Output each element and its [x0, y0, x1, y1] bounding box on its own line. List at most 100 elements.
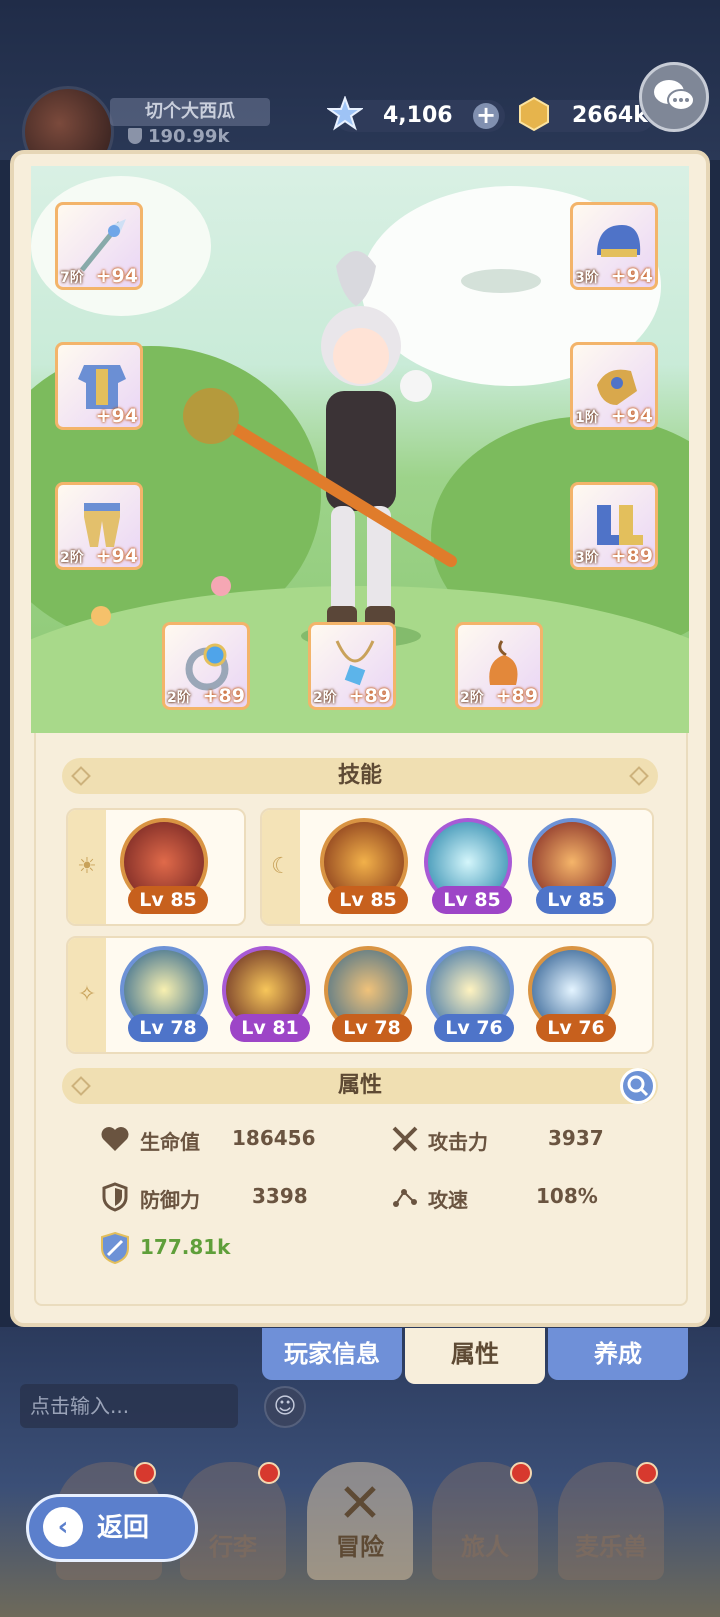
skill-slot[interactable]: Lv 76 [528, 946, 616, 1042]
skills-title: 技能 [337, 763, 382, 788]
tab-cultivate[interactable]: 养成 [548, 1328, 688, 1380]
equip-slot-ring[interactable]: 2阶 +89 [162, 622, 250, 710]
gem-count: 4,106 [383, 103, 453, 128]
skill-slot[interactable]: Lv 78 [120, 946, 208, 1042]
emoji-button[interactable]: ☺ [264, 1386, 306, 1428]
equip-plus: +94 [95, 405, 138, 427]
chat-bubbles-icon [654, 80, 695, 111]
chat-button[interactable] [639, 62, 709, 132]
equip-tier: 3阶 [575, 270, 599, 286]
notification-dot [258, 1462, 280, 1484]
nav-adventure[interactable]: 冒险 [307, 1462, 413, 1580]
skill-slot[interactable]: Lv 85 [424, 818, 512, 914]
gold-resource-bar: 2664k [519, 96, 654, 132]
skill-level: Lv 85 [328, 886, 408, 914]
nav-label: 麦乐兽 [575, 1533, 647, 1561]
skill-slot[interactable]: Lv 76 [426, 946, 514, 1042]
sun-icon: ☀ [68, 810, 106, 924]
defense-value: 3398 [252, 1184, 308, 1208]
skill-slot[interactable]: Lv 81 [222, 946, 310, 1042]
equip-tier: 2阶 [460, 690, 484, 706]
equip-plus: +89 [348, 685, 391, 707]
equip-plus: +89 [610, 545, 653, 567]
hp-label: 生命值 [140, 1130, 200, 1154]
crossed-swords-icon [344, 1486, 376, 1518]
player-power-value: 190.99k [148, 126, 230, 147]
defense-label: 防御力 [140, 1188, 200, 1212]
equip-slot-helmet[interactable]: 3阶 +94 [570, 202, 658, 290]
skill-level: Lv 76 [536, 1014, 616, 1042]
equip-plus: +94 [95, 545, 138, 567]
star-gem-icon [327, 96, 363, 131]
notification-dot [134, 1462, 156, 1484]
skill-group-star: ✧ Lv 78 Lv 81 Lv 78 Lv 76 Lv 76 [66, 936, 654, 1054]
skills-section-header: 技能 [62, 758, 658, 794]
sparkle-icon: ✧ [68, 938, 106, 1052]
skill-slot[interactable]: Lv 78 [324, 946, 412, 1042]
notification-dot [510, 1462, 532, 1484]
hp-value: 186456 [232, 1126, 316, 1150]
attributes-title: 属性 [337, 1073, 382, 1098]
character-scene: 7阶 +94 3阶 +94 +94 1阶 +94 2阶 +94 3阶 +89 2… [31, 166, 689, 733]
equip-plus: +94 [95, 265, 138, 287]
chat-input[interactable]: 点击输入... [20, 1384, 238, 1428]
diamond-ornament-icon [629, 766, 649, 786]
diamond-ornament-icon [71, 1076, 91, 1096]
skill-slot[interactable]: Lv 85 [120, 818, 208, 914]
tab-player-info[interactable]: 玩家信息 [262, 1328, 402, 1380]
gold-coin-icon [519, 96, 549, 132]
back-label: 返回 [97, 1513, 150, 1543]
skill-slot[interactable]: Lv 85 [528, 818, 616, 914]
attributes-section-header: 属性 [62, 1068, 658, 1104]
back-button[interactable]: ‹ 返回 [26, 1494, 198, 1562]
add-gem-button[interactable]: + [473, 103, 499, 129]
equip-slot-charm[interactable]: 2阶 +89 [455, 622, 543, 710]
equip-tier: 1阶 [575, 410, 599, 426]
player-power: 190.99k [128, 126, 229, 147]
equip-plus: +89 [202, 685, 245, 707]
combat-power-value: 177.81k [140, 1235, 231, 1259]
equip-tier: 2阶 [167, 690, 191, 706]
equip-slot-weapon[interactable]: 7阶 +94 [55, 202, 143, 290]
shield-icon [128, 128, 142, 144]
equip-slot-necklace[interactable]: 2阶 +89 [308, 622, 396, 710]
gold-count: 2664k [572, 103, 648, 128]
skill-level: Lv 78 [332, 1014, 412, 1042]
skill-level: Lv 76 [434, 1014, 514, 1042]
skill-slot[interactable]: Lv 85 [320, 818, 408, 914]
magnifier-icon [627, 1075, 649, 1097]
equip-plus: +89 [495, 685, 538, 707]
crossed-swords-icon [392, 1126, 418, 1152]
equip-slot-boots[interactable]: 3阶 +89 [570, 482, 658, 570]
heart-icon [101, 1127, 129, 1151]
speed-value: 108% [536, 1184, 598, 1208]
skill-level: Lv 78 [128, 1014, 208, 1042]
attribute-detail-button[interactable] [620, 1068, 656, 1104]
attack-value: 3937 [548, 1126, 604, 1150]
gem-resource-bar: 4,106 + [327, 96, 505, 132]
diamond-ornament-icon [71, 766, 91, 786]
equip-slot-gauntlet[interactable]: 1阶 +94 [570, 342, 658, 430]
equip-tier: 2阶 [313, 690, 337, 706]
equip-tier: 7阶 [60, 270, 84, 286]
tab-attributes[interactable]: 属性 [405, 1328, 545, 1384]
speed-label: 攻速 [428, 1188, 468, 1212]
crescent-moon-icon: ☾ [262, 810, 300, 924]
notification-dot [636, 1462, 658, 1484]
nav-label: 旅人 [461, 1533, 509, 1561]
equip-plus: +94 [610, 265, 653, 287]
skill-group-sun: ☀ Lv 85 [66, 808, 246, 926]
equip-plus: +94 [610, 405, 653, 427]
skill-level: Lv 85 [128, 886, 208, 914]
equip-slot-armor[interactable]: +94 [55, 342, 143, 430]
combat-power-shield-icon [101, 1231, 129, 1265]
attack-speed-icon [393, 1189, 417, 1207]
equip-tier: 2阶 [60, 550, 84, 566]
equip-slot-pants[interactable]: 2阶 +94 [55, 482, 143, 570]
player-name: 切个大西瓜 [110, 98, 270, 126]
skill-level: Lv 85 [432, 886, 512, 914]
nav-pet[interactable]: 麦乐兽 [558, 1462, 664, 1580]
skill-level: Lv 81 [230, 1014, 310, 1042]
nav-traveler[interactable]: 旅人 [432, 1462, 538, 1580]
skill-group-moon: ☾ Lv 85 Lv 85 Lv 85 [260, 808, 654, 926]
